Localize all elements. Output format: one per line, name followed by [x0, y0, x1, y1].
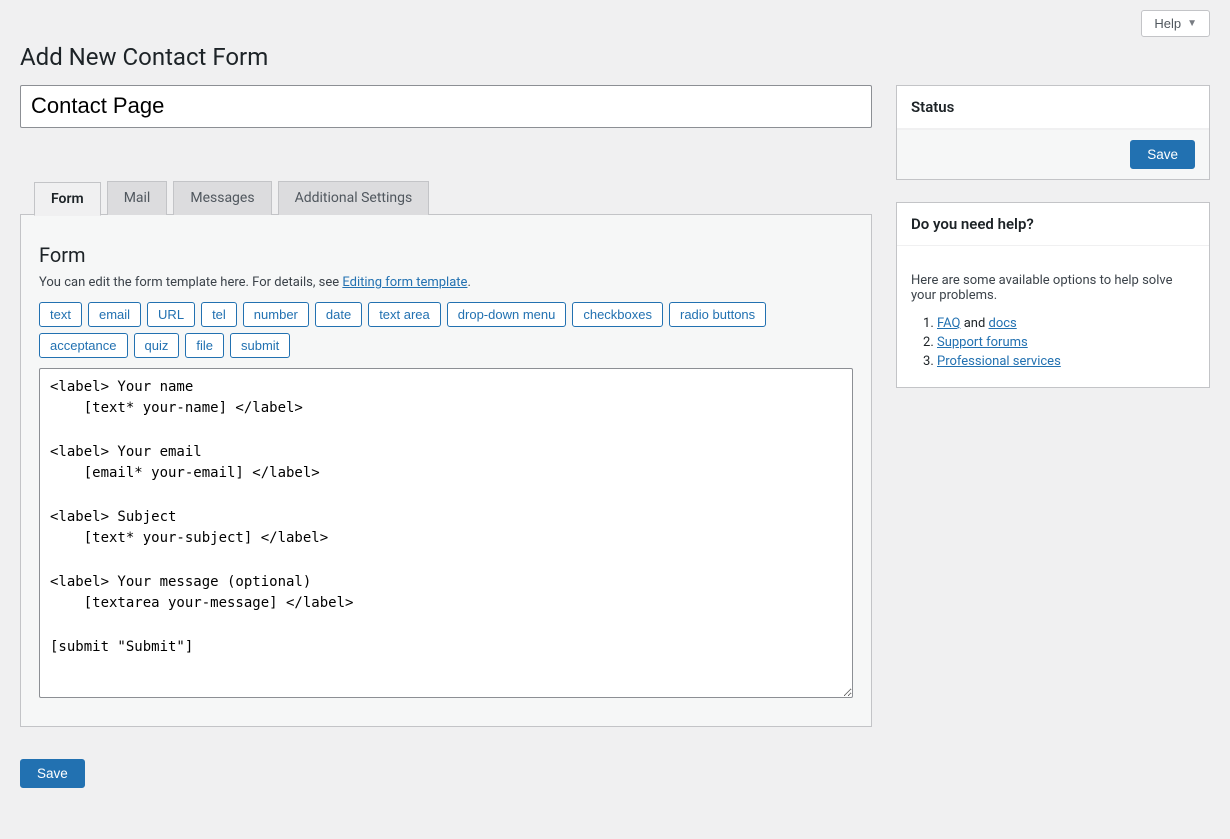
help-box: Do you need help? Here are some availabl… [896, 202, 1210, 388]
tag-button-quiz[interactable]: quiz [134, 333, 180, 358]
help-link[interactable]: docs [989, 316, 1017, 331]
tab-additional-settings[interactable]: Additional Settings [278, 181, 430, 215]
tag-button-date[interactable]: date [315, 302, 362, 327]
help-link[interactable]: FAQ [937, 316, 960, 331]
help-link-text: and [960, 316, 988, 331]
form-panel: Form You can edit the form template here… [20, 214, 872, 727]
form-template-textarea[interactable] [39, 368, 853, 698]
help-label: Help [1154, 16, 1181, 31]
tag-button-text-area[interactable]: text area [368, 302, 441, 327]
help-link-item: Professional services [937, 354, 1195, 369]
tag-button-text[interactable]: text [39, 302, 82, 327]
form-panel-title: Form [39, 243, 853, 267]
tag-button-file[interactable]: file [185, 333, 224, 358]
tag-button-number[interactable]: number [243, 302, 309, 327]
tag-button-url[interactable]: URL [147, 302, 195, 327]
tab-form[interactable]: Form [34, 182, 101, 216]
help-box-title: Do you need help? [911, 215, 1195, 233]
caret-down-icon: ▼ [1187, 18, 1197, 29]
help-link[interactable]: Support forums [937, 335, 1028, 350]
status-box-title: Status [911, 98, 1195, 116]
help-intro: Here are some available options to help … [911, 273, 1195, 303]
status-save-button[interactable]: Save [1130, 140, 1195, 169]
form-title-input[interactable] [20, 85, 872, 128]
tag-button-tel[interactable]: tel [201, 302, 237, 327]
tab-mail[interactable]: Mail [107, 181, 168, 215]
status-box: Status Save [896, 85, 1210, 180]
tag-button-checkboxes[interactable]: checkboxes [572, 302, 663, 327]
save-button-bottom[interactable]: Save [20, 759, 85, 788]
help-toggle[interactable]: Help ▼ [1141, 10, 1210, 37]
form-panel-desc: You can edit the form template here. For… [39, 275, 853, 290]
tag-button-drop-down-menu[interactable]: drop-down menu [447, 302, 567, 327]
tag-button-acceptance[interactable]: acceptance [39, 333, 128, 358]
help-link-item: FAQ and docs [937, 316, 1195, 331]
tag-generator: textemailURLtelnumberdatetext areadrop-d… [39, 302, 853, 358]
editor-tabs: FormMailMessagesAdditional Settings [20, 181, 872, 215]
form-desc-text-1: You can edit the form template here. For… [39, 275, 342, 290]
help-link-item: Support forums [937, 335, 1195, 350]
tag-button-radio-buttons[interactable]: radio buttons [669, 302, 766, 327]
tag-button-submit[interactable]: submit [230, 333, 290, 358]
help-links-list: FAQ and docs Support forums Professional s… [911, 316, 1195, 369]
help-link[interactable]: Professional services [937, 354, 1061, 369]
tab-messages[interactable]: Messages [173, 181, 271, 215]
editing-form-template-link[interactable]: Editing form template [342, 275, 467, 290]
form-desc-text-2: . [467, 275, 470, 290]
tag-button-email[interactable]: email [88, 302, 141, 327]
page-title: Add New Contact Form [20, 43, 1210, 71]
